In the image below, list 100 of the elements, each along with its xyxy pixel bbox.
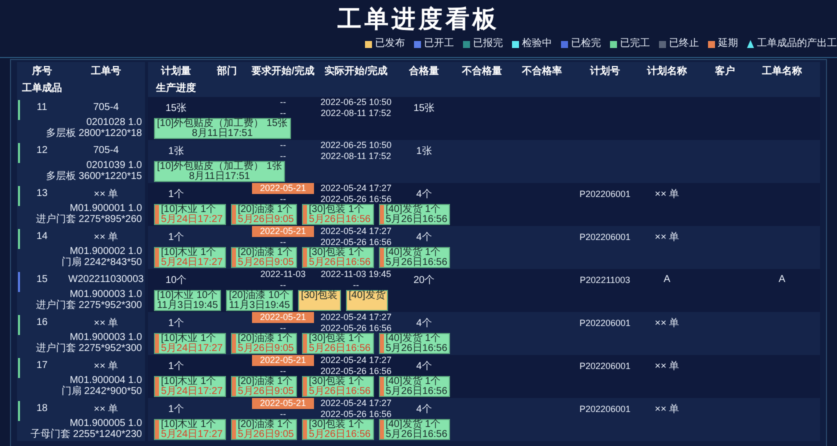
- table-cell-text: 1个: [167, 402, 185, 416]
- actual-end: 2022-05-26 16:56: [320, 366, 392, 376]
- step-label: [30]包装 1个: [308, 420, 365, 430]
- table-cell-text: 4个: [415, 188, 433, 200]
- step-time: 5月26日9:05: [238, 386, 294, 396]
- step-time: 8月11日17:51: [188, 172, 251, 181]
- actual-end: --: [353, 280, 359, 290]
- actual-start: 2022-11-03 19:45: [320, 269, 392, 280]
- legend-label: 已开工: [424, 38, 454, 50]
- product-code: M01.900004 1.0: [70, 376, 143, 386]
- column-header: 要求开始/完成: [250, 64, 316, 78]
- table-cell-text: ×× 单: [92, 360, 120, 372]
- actual-end: 2022-08-11 17:52: [320, 150, 392, 161]
- required-start: 2022-05-21: [252, 355, 314, 366]
- step-time: 5月26日9:05: [238, 214, 294, 224]
- table-cell-text: 12: [35, 145, 49, 156]
- step-label: [20]油漆 1个: [238, 377, 294, 386]
- column-header: 客户: [714, 64, 736, 78]
- step-label: [10]木业 1个: [161, 377, 218, 386]
- step-label: [10]木业 10个: [157, 291, 218, 300]
- product-spec: 门扇 2242*900*50: [60, 386, 143, 397]
- table-cell-text: ×× 单: [92, 230, 120, 244]
- step-time: 5月26日16:56: [308, 430, 371, 439]
- step-time: 5月26日9:05: [238, 430, 294, 439]
- table-cell-text: P202206001: [578, 188, 632, 198]
- actual-start: 2022-06-25 10:50: [320, 140, 392, 150]
- table-cell-text: 1个: [167, 188, 185, 200]
- table-cell-text: 14: [35, 231, 49, 242]
- product-code: 0201039 1.0: [85, 161, 143, 172]
- step-label: [10]木业 1个: [161, 334, 218, 344]
- product-spec: 进户门套 2275*952*300: [34, 300, 143, 311]
- required-start: --: [280, 97, 286, 108]
- table-cell-text: ×× 单: [92, 188, 120, 200]
- step-label: [40]发货 1个: [386, 420, 442, 430]
- required-start: 2022-11-03: [260, 269, 306, 280]
- required-start: 2022-05-21: [252, 183, 314, 194]
- table-cell-text: 705-4: [92, 145, 120, 156]
- table-cell-text: 4个: [415, 360, 433, 372]
- table-cell: W202211030003: [67, 274, 145, 285]
- table-cell-text: 11: [36, 102, 48, 113]
- step-label: [40]发货: [348, 291, 386, 300]
- product-code: M01.900003 1.0: [68, 333, 143, 343]
- actual-start: 2022-05-24 17:27: [320, 183, 392, 194]
- product-spec: 门扇 2242*843*50: [60, 258, 143, 268]
- required-start: 2022-05-21: [252, 398, 314, 408]
- step-time: 5月26日16:56: [308, 344, 371, 353]
- table-cell-text: P202206001: [578, 232, 632, 242]
- required-end: --: [280, 280, 286, 290]
- table-cell-text: 10个: [164, 274, 188, 286]
- column-header: 工单名称: [761, 64, 803, 78]
- table-cell-text: 1张: [415, 144, 433, 158]
- required-end: --: [280, 366, 286, 376]
- step-time: 5月26日9:05: [238, 344, 294, 353]
- column-header: 不合格量: [460, 64, 503, 78]
- column-header: 实际开始/完成: [324, 64, 388, 78]
- table-cell-text: 16: [35, 317, 49, 328]
- product-spec: 多层板 2800*1220*18: [44, 128, 143, 139]
- product-spec: 多层板 3600*1220*15: [44, 172, 143, 182]
- column-header: 计划量: [160, 64, 192, 78]
- step-time: 11月3日19:45: [228, 300, 290, 310]
- table-cell-text: ×× 单: [92, 402, 120, 416]
- step-time: 5月26日16:56: [386, 430, 448, 439]
- table-cell-text: ×× 单: [654, 360, 680, 372]
- required-end: --: [280, 236, 286, 247]
- table-cell-text: 705-4: [92, 102, 120, 113]
- step-label: [40]发货 1个: [386, 334, 442, 344]
- column-header: 序号: [31, 64, 53, 78]
- actual-start: 2022-05-24 17:27: [320, 398, 392, 408]
- actual-start: 2022-05-24 17:27: [320, 355, 392, 366]
- step-label: [20]油漆 1个: [238, 248, 294, 258]
- step-time: 5月26日16:56: [386, 386, 448, 396]
- table-cell-text: ×× 单: [92, 316, 120, 330]
- product-spec: 子母门套 2255*1240*230: [29, 430, 143, 440]
- table-cell-text: A: [662, 274, 672, 285]
- step-label: [10]外包贴皮（加工费） 1张: [157, 162, 282, 172]
- legend-label: 已终止: [669, 38, 699, 50]
- step-time: 11月3日19:45: [157, 300, 218, 310]
- table-cell-text: 15张: [412, 102, 436, 114]
- table-cell-text: 4个: [415, 230, 433, 244]
- actual-end: 2022-05-26 16:56: [320, 408, 392, 418]
- step-label: [30]包装 1个: [308, 334, 365, 344]
- step-label: [20]油漆 1个: [238, 334, 294, 344]
- actual-end: 2022-05-26 16:56: [320, 194, 392, 204]
- required-end: --: [280, 408, 286, 419]
- dashboard-title: 工单进度看板: [336, 5, 500, 35]
- table-cell-text: P202206001: [578, 360, 632, 370]
- column-header: 部门: [216, 64, 238, 78]
- table-cell-text: 20个: [412, 274, 436, 286]
- table-cell-text: 17: [35, 360, 49, 371]
- step-label: [10]木业 1个: [161, 248, 218, 258]
- table-cell-text: ×× 单: [654, 402, 680, 416]
- table-cell-text: 18: [35, 403, 49, 414]
- table-cell-text: P202206001: [578, 404, 632, 414]
- step-time: 5月26日9:05: [238, 258, 294, 267]
- legend-label: 检验中: [522, 38, 552, 50]
- product-spec: 进户门套 2275*895*260: [34, 214, 143, 225]
- product-code: M01.900003 1.0: [68, 290, 143, 300]
- table-cell-text: 15: [35, 274, 49, 285]
- required-start: 2022-05-21: [252, 226, 314, 236]
- legend-label: 已发布: [375, 38, 405, 50]
